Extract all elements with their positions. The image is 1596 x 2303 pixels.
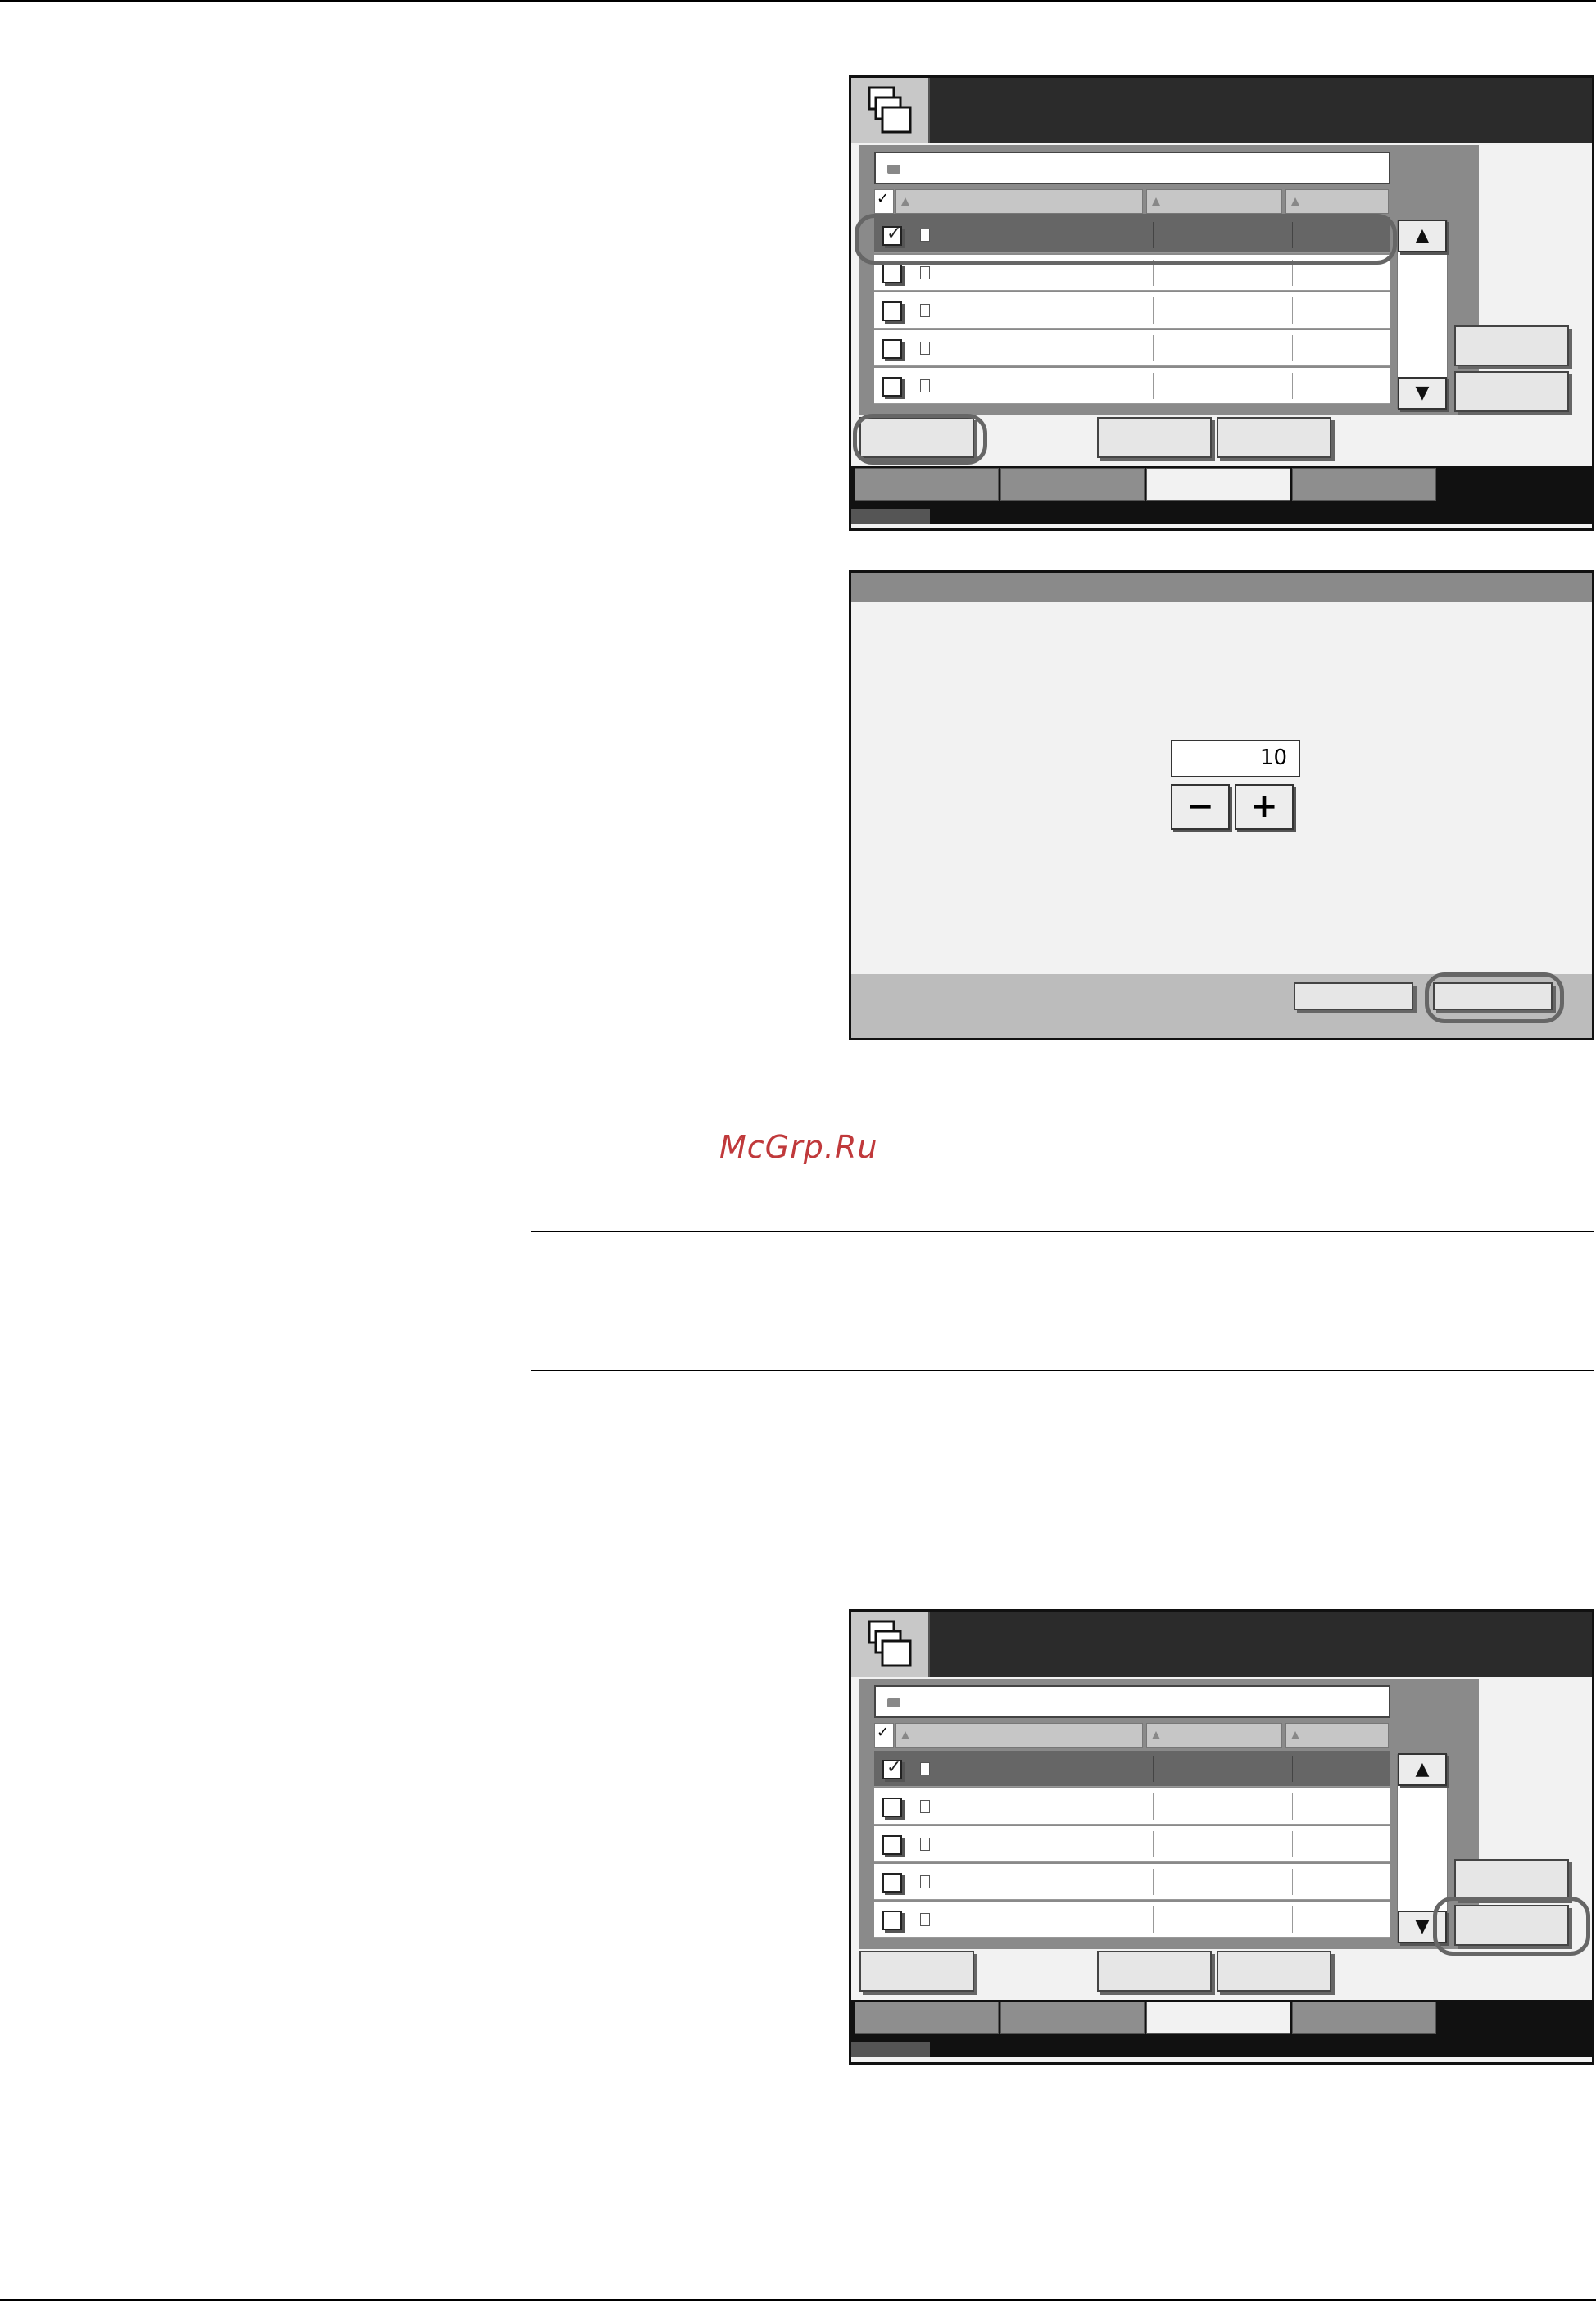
list-header: ✓ [874, 189, 1390, 214]
document-icon [920, 304, 930, 317]
folder-icon [887, 165, 900, 174]
item-checkbox[interactable] [882, 339, 902, 359]
bottom-left-button-callout [853, 414, 987, 465]
dialog-title-bar [851, 573, 1592, 602]
bottom-middle-button-2[interactable] [1217, 1951, 1331, 1992]
scroll-up-button[interactable]: ▲ [1398, 220, 1447, 252]
list-item[interactable]: ✓ [874, 1751, 1390, 1787]
scroll-down-button[interactable]: ▼ [1398, 377, 1447, 410]
tab-4[interactable] [1292, 2002, 1436, 2034]
item-checkbox[interactable] [882, 1798, 902, 1817]
item-checkbox[interactable] [882, 264, 902, 283]
document-box-panel-1: ✓ ✓ ▲ ▼ [849, 75, 1594, 531]
list-item[interactable] [874, 368, 1390, 404]
status-indicator [851, 2042, 930, 2057]
scroll-up-button[interactable]: ▲ [1398, 1753, 1447, 1786]
side-button-upper[interactable] [1454, 1859, 1569, 1900]
item-checkbox[interactable] [882, 301, 902, 321]
document-box-icon [851, 1612, 930, 1677]
select-all-checkbox[interactable]: ✓ [874, 189, 894, 214]
quantity-dialog-panel: 10 − + [849, 570, 1594, 1040]
dialog-cancel-button[interactable] [1294, 982, 1413, 1010]
item-checkbox[interactable] [882, 1835, 902, 1855]
tab-3[interactable] [1146, 468, 1290, 501]
document-icon [920, 1762, 930, 1775]
tab-1[interactable] [855, 468, 999, 501]
item-checkbox[interactable]: ✓ [882, 1758, 902, 1779]
decrement-button[interactable]: − [1171, 784, 1230, 830]
selected-row-callout [855, 214, 1397, 265]
bottom-middle-button-2[interactable] [1217, 417, 1331, 458]
tab-1[interactable] [855, 2002, 999, 2034]
document-icon [920, 1875, 930, 1888]
sort-size-header[interactable] [1285, 189, 1389, 214]
item-checkbox[interactable] [882, 377, 902, 397]
bottom-rule [0, 2299, 1596, 2301]
side-button-upper[interactable] [1454, 325, 1569, 366]
watermark-text: McGrp.Ru [719, 1129, 878, 1165]
document-icon [920, 1800, 930, 1813]
tab-4[interactable] [1292, 468, 1436, 501]
item-checkbox[interactable] [882, 1911, 902, 1930]
list-item[interactable] [874, 330, 1390, 366]
document-icon [920, 266, 930, 279]
folder-path-field [874, 1685, 1390, 1718]
side-button-lower-callout [1433, 1897, 1590, 1956]
document-icon [920, 1913, 930, 1926]
list-item[interactable] [874, 1902, 1390, 1938]
ok-button-callout [1425, 972, 1564, 1023]
folder-path-field [874, 152, 1390, 184]
document-icon [920, 379, 930, 392]
document-box-icon [851, 78, 930, 143]
increment-button[interactable]: + [1235, 784, 1294, 830]
file-list-area: ✓ ✓ ▲ ▼ [859, 145, 1479, 415]
top-rule [0, 0, 1596, 2]
file-list-area: ✓ ✓ ▲ ▼ [859, 1679, 1479, 1949]
document-icon [920, 342, 930, 355]
status-indicator [851, 509, 930, 524]
folder-icon [887, 1698, 900, 1707]
sort-date-header[interactable] [1146, 1723, 1282, 1748]
list-item[interactable] [874, 1826, 1390, 1862]
side-button-lower[interactable] [1454, 371, 1569, 412]
item-checkbox[interactable] [882, 1873, 902, 1893]
note-top-rule [531, 1231, 1594, 1232]
document-icon [920, 1838, 930, 1851]
tab-2[interactable] [1000, 2002, 1145, 2034]
list-item[interactable] [874, 292, 1390, 329]
quantity-value-field: 10 [1171, 740, 1300, 777]
tab-bar [851, 466, 1592, 524]
panel-title-bar [851, 78, 1592, 143]
bottom-left-button[interactable] [859, 1951, 974, 1992]
bottom-middle-button-1[interactable] [1097, 1951, 1212, 1992]
tab-2[interactable] [1000, 468, 1145, 501]
tab-bar [851, 2000, 1592, 2057]
sort-name-header[interactable] [895, 189, 1143, 214]
bottom-middle-button-1[interactable] [1097, 417, 1212, 458]
list-item[interactable] [874, 1788, 1390, 1825]
sort-date-header[interactable] [1146, 189, 1282, 214]
tab-3[interactable] [1146, 2002, 1290, 2034]
list-header: ✓ [874, 1723, 1390, 1748]
sort-name-header[interactable] [895, 1723, 1143, 1748]
document-box-panel-2: ✓ ✓ ▲ ▼ [849, 1609, 1594, 2065]
list-scrollbar[interactable]: ▲ ▼ [1397, 220, 1448, 410]
panel-title-bar [851, 1612, 1592, 1677]
list-item[interactable] [874, 1864, 1390, 1900]
select-all-checkbox[interactable]: ✓ [874, 1723, 894, 1748]
note-bottom-rule [531, 1370, 1594, 1371]
sort-size-header[interactable] [1285, 1723, 1389, 1748]
